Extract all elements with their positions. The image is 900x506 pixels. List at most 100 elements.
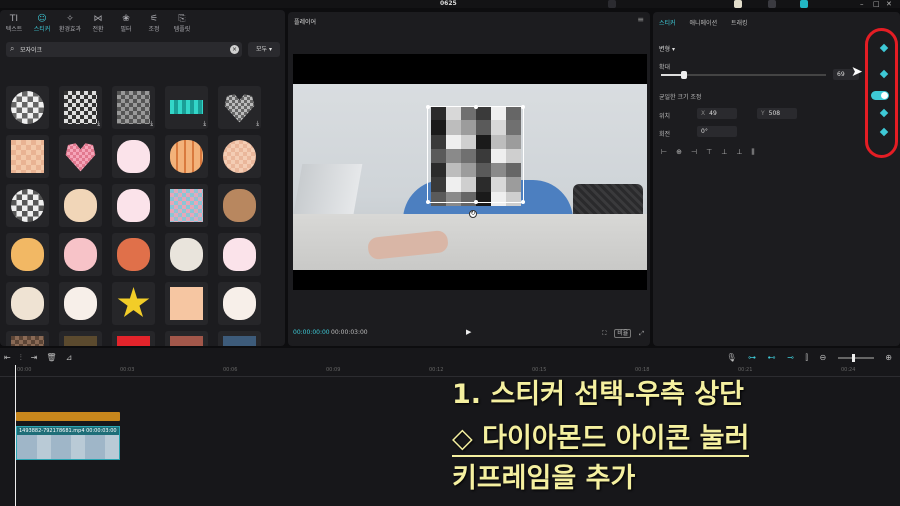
tab-tracking[interactable]: 트래킹 bbox=[731, 20, 748, 27]
sticker-tiger[interactable] bbox=[165, 135, 208, 178]
sticker-painting-2[interactable] bbox=[165, 331, 208, 346]
align-bottom-icon[interactable]: ⊥ bbox=[736, 148, 742, 156]
sticker-mosaic-heart-pink[interactable] bbox=[59, 135, 102, 178]
sticker-painting[interactable] bbox=[59, 331, 102, 346]
player-menu-icon[interactable]: ≡ bbox=[637, 15, 644, 24]
sticker-mosaic-circle[interactable] bbox=[6, 86, 49, 129]
sticker-mosaic-square-grey[interactable]: ⤓ bbox=[112, 86, 155, 129]
resize-handle[interactable] bbox=[474, 105, 478, 109]
fit-icon[interactable]: ⛶ bbox=[602, 330, 606, 337]
position-y-input[interactable]: Y 508 bbox=[757, 108, 797, 119]
fullscreen-icon[interactable]: ⤢ bbox=[639, 330, 644, 337]
search-input[interactable]: ⌕ 모자이크 × bbox=[6, 42, 242, 57]
zoom-slider-knob[interactable] bbox=[851, 353, 855, 362]
sticker-mosaic-circle-skin[interactable] bbox=[218, 135, 261, 178]
sticker-hamster[interactable] bbox=[59, 184, 102, 227]
sticker-mosaic-skin[interactable] bbox=[6, 135, 49, 178]
ruler-mark: 00:09 bbox=[326, 367, 341, 373]
rotation-input[interactable]: 0° bbox=[697, 126, 737, 137]
sticker-bunny-3[interactable] bbox=[218, 233, 261, 276]
sticker-star[interactable] bbox=[112, 282, 155, 325]
sticker-pig[interactable] bbox=[59, 233, 102, 276]
preview-axis-icon[interactable]: ⊸ bbox=[787, 353, 794, 362]
mosaic-circle-shape bbox=[223, 140, 256, 173]
video-clip[interactable]: 1493882-792178681.mp4 00:00:03:00 bbox=[16, 426, 120, 460]
rotate-handle-icon[interactable]: ↻ bbox=[469, 210, 477, 218]
sticker-bunny[interactable] bbox=[112, 135, 155, 178]
pro-button[interactable] bbox=[734, 0, 742, 8]
resize-handle[interactable] bbox=[474, 200, 478, 204]
mirror-icon[interactable]: ⊿ bbox=[66, 353, 73, 362]
section-transform[interactable]: 변형 ▾ bbox=[659, 44, 675, 53]
tab-filter[interactable]: ❀ 필터 bbox=[112, 10, 140, 36]
close-icon[interactable]: ✕ bbox=[886, 0, 892, 8]
sticker-mosaic-circle-2[interactable] bbox=[6, 184, 49, 227]
sticker-sheep-2[interactable] bbox=[218, 282, 261, 325]
distribute-icon[interactable]: ⫼ bbox=[751, 148, 754, 156]
play-icon[interactable]: ▶ bbox=[466, 328, 471, 336]
link-icon[interactable]: ⊶ bbox=[748, 353, 756, 362]
clear-search-icon[interactable]: × bbox=[230, 45, 239, 54]
user-account[interactable] bbox=[668, 0, 676, 8]
tab-sticker[interactable]: ☺ 스티커 bbox=[28, 10, 56, 36]
sticker-mosaic-square-skin[interactable] bbox=[165, 282, 208, 325]
share-button[interactable] bbox=[768, 0, 776, 8]
license-filter-button[interactable]: 모두 ▾ bbox=[248, 42, 280, 57]
microphone-icon[interactable]: 🎙 bbox=[726, 353, 736, 362]
export-button[interactable] bbox=[800, 0, 808, 8]
zoom-slider[interactable] bbox=[837, 353, 874, 362]
minimize-icon[interactable]: – bbox=[860, 0, 864, 8]
resize-handle[interactable] bbox=[521, 200, 525, 204]
scale-slider-knob[interactable] bbox=[681, 71, 687, 79]
sticker-mosaic-square-dark[interactable]: ⤓ bbox=[59, 86, 102, 129]
video-preview[interactable]: ↻ bbox=[293, 54, 647, 290]
selection-box[interactable] bbox=[426, 105, 525, 204]
scale-slider[interactable] bbox=[661, 71, 826, 79]
sticker-mosaic-color[interactable] bbox=[165, 184, 208, 227]
sticker-cow-2[interactable] bbox=[6, 282, 49, 325]
tab-adjust[interactable]: ⚟ 조정 bbox=[140, 10, 168, 36]
tab-effects[interactable]: ✧ 환경효과 bbox=[56, 10, 84, 36]
maximize-icon[interactable]: □ bbox=[873, 0, 880, 8]
shortcut-button[interactable] bbox=[608, 0, 616, 8]
sticker-mosaic-bar[interactable]: ⤓ bbox=[165, 86, 208, 129]
sticker-cat[interactable] bbox=[165, 233, 208, 276]
sticker-painting-3[interactable] bbox=[218, 331, 261, 346]
tab-animation[interactable]: 애니메이션 bbox=[689, 20, 717, 27]
align-right-icon[interactable]: ⊣ bbox=[691, 148, 697, 156]
magnet-icon[interactable]: ⊷ bbox=[768, 353, 776, 362]
align-center-v-icon[interactable]: ⊥ bbox=[721, 148, 727, 156]
ratio-button[interactable]: 비율 bbox=[614, 329, 632, 338]
resize-handle[interactable] bbox=[426, 200, 430, 204]
zoom-in-icon[interactable]: ⊕ bbox=[885, 353, 892, 362]
delete-icon[interactable]: 🗑 bbox=[46, 353, 56, 362]
x-axis-label: X bbox=[701, 110, 706, 117]
zoom-out-icon[interactable]: ⊖ bbox=[820, 353, 827, 362]
split-icon[interactable]: ⫶ bbox=[20, 353, 22, 362]
tab-label: 스티커 bbox=[33, 25, 51, 33]
playhead[interactable] bbox=[15, 365, 16, 506]
align-top-icon[interactable]: ⊤ bbox=[706, 148, 712, 156]
tab-template[interactable]: ⎘ 템플릿 bbox=[168, 10, 196, 36]
split-screen-icon[interactable]: ⫿ bbox=[805, 353, 808, 362]
split-right-icon[interactable]: ⇥ bbox=[31, 353, 38, 362]
select-tool-icon[interactable]: ⇤ bbox=[4, 353, 11, 362]
timeline-ruler[interactable]: 00:00 00:03 00:06 00:09 00:12 00:15 00:18 00:21… bbox=[0, 365, 900, 377]
position-x-input[interactable]: X 49 bbox=[697, 108, 737, 119]
sticker-red-panda[interactable] bbox=[112, 233, 155, 276]
resize-handle[interactable] bbox=[521, 105, 525, 109]
resize-handle[interactable] bbox=[426, 105, 430, 109]
sticker-clip[interactable] bbox=[16, 412, 120, 421]
sticker-mosaic-heart-grey[interactable]: ⤓ bbox=[218, 86, 261, 129]
sticker-mosaic-brown[interactable] bbox=[6, 331, 49, 346]
tab-transition[interactable]: ⋈ 전환 bbox=[84, 10, 112, 36]
sticker-sheep[interactable] bbox=[59, 282, 102, 325]
sticker-cow[interactable] bbox=[6, 233, 49, 276]
sticker-red-heart[interactable] bbox=[112, 331, 155, 346]
sticker-bunny-2[interactable] bbox=[112, 184, 155, 227]
align-center-h-icon[interactable]: ⊕ bbox=[676, 148, 682, 156]
tab-text[interactable]: TI 텍스트 bbox=[0, 10, 28, 36]
align-left-icon[interactable]: ⊢ bbox=[661, 148, 667, 156]
tab-sticker-props[interactable]: 스티커 bbox=[659, 20, 676, 27]
sticker-bear[interactable] bbox=[218, 184, 261, 227]
